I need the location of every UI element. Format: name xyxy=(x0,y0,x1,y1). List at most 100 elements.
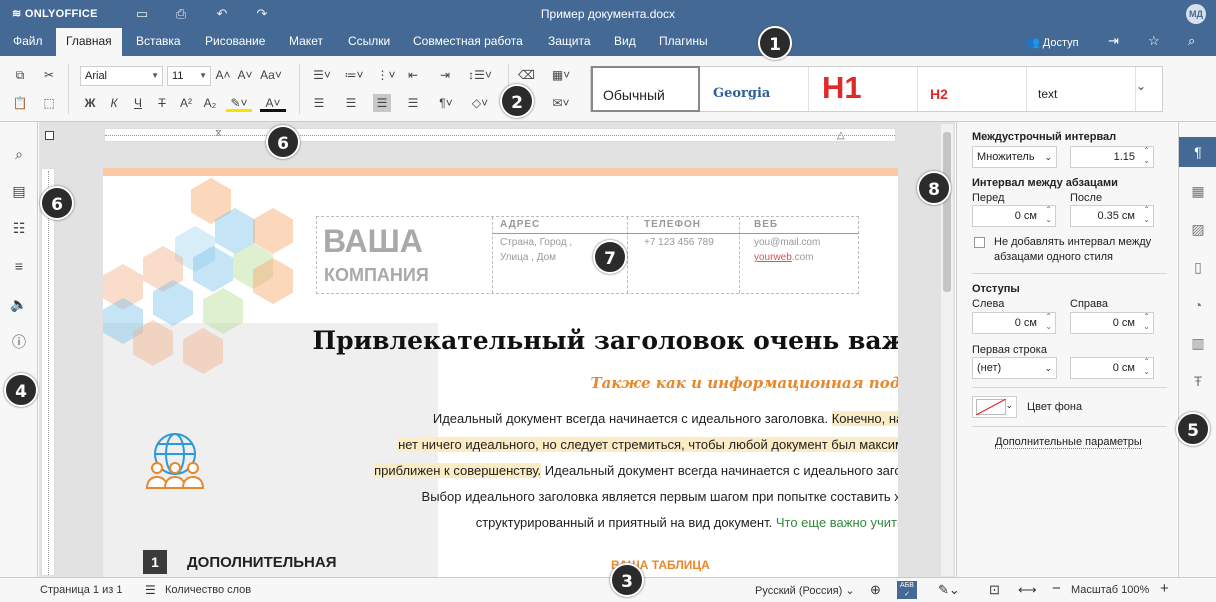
zoom-level[interactable]: Масштаб 100% xyxy=(1071,584,1149,596)
superscript-button[interactable]: A² xyxy=(178,94,194,112)
fit-page-icon[interactable]: ⊡ xyxy=(989,582,1000,598)
spacing-before-input[interactable]: 0 см xyxy=(972,205,1056,227)
chart-settings-icon[interactable]: ▥ xyxy=(1179,328,1216,358)
tab-layout[interactable]: Макет xyxy=(279,28,333,56)
justify-icon[interactable]: ☰ xyxy=(405,94,421,112)
body-link[interactable]: Что еще важно учитывать xyxy=(776,515,898,530)
multilevel-list-icon[interactable]: ⋮˅ xyxy=(375,66,397,84)
line-spacing-icon[interactable]: ↕☰˅ xyxy=(467,66,493,84)
style-h1[interactable]: H1 xyxy=(809,67,918,111)
spacing-after-input[interactable]: 0.35 см xyxy=(1070,205,1154,227)
align-left-icon[interactable]: ☰ xyxy=(311,94,327,112)
tab-insert[interactable]: Вставка xyxy=(126,28,191,56)
first-line-value-input[interactable]: 0 см xyxy=(1070,357,1154,379)
copy-icon[interactable]: ⧉ xyxy=(12,66,28,84)
word-count-label[interactable]: Количество слов xyxy=(165,584,251,596)
textart-settings-icon[interactable]: Ŧ xyxy=(1179,366,1216,396)
scrollbar-thumb[interactable] xyxy=(943,132,951,292)
table-settings-icon[interactable]: ▦ xyxy=(1179,176,1216,206)
no-space-checkbox[interactable] xyxy=(974,237,985,248)
style-georgia[interactable]: Georgia xyxy=(700,67,809,111)
subscript-button[interactable]: A₂ xyxy=(202,94,218,112)
vertical-ruler[interactable] xyxy=(41,168,55,576)
decrease-font-icon[interactable]: A˅ xyxy=(237,66,253,84)
line-spacing-mode-select[interactable]: Множитель ⌄ xyxy=(972,146,1057,168)
paragraph-marks-icon[interactable]: ¶˅ xyxy=(435,94,457,112)
tab-stop-selector[interactable] xyxy=(45,131,54,140)
feedback-icon[interactable]: 🔈 xyxy=(10,295,28,313)
style-normal[interactable]: Обычный xyxy=(591,66,700,112)
globe-icon[interactable]: ⊕ xyxy=(870,582,881,598)
line-spacing-value-input[interactable]: 1.15 xyxy=(1070,146,1154,168)
style-gallery-expand-icon[interactable]: ⌄ xyxy=(1136,79,1146,93)
header-band xyxy=(103,168,898,176)
open-location-icon[interactable]: ⇥ xyxy=(1108,33,1119,49)
font-size-select[interactable]: 11 ▼ xyxy=(167,66,211,86)
access-button[interactable]: 👥 Доступ xyxy=(1026,36,1079,49)
comments-icon[interactable]: ▤ xyxy=(10,182,28,200)
word-count-icon[interactable]: ☰ xyxy=(145,583,156,597)
website-link[interactable]: yourweb xyxy=(754,252,792,263)
numbering-icon[interactable]: ≔˅ xyxy=(343,66,365,84)
paragraph-settings-icon[interactable]: ¶ xyxy=(1179,137,1216,167)
tab-protection[interactable]: Защита xyxy=(538,28,601,56)
zoom-in-icon[interactable]: + xyxy=(1160,580,1169,597)
strikethrough-button[interactable]: Т xyxy=(154,94,170,112)
horizontal-ruler[interactable]: ⧖ △ xyxy=(104,128,896,142)
indent-left-input[interactable]: 0 см xyxy=(972,312,1056,334)
tab-draw[interactable]: Рисование xyxy=(195,28,275,56)
tab-home[interactable]: Главная xyxy=(56,28,122,56)
italic-button[interactable]: К xyxy=(106,94,122,112)
cut-icon[interactable]: ✂ xyxy=(41,66,57,84)
avatar[interactable]: МД xyxy=(1186,4,1206,24)
align-center-icon[interactable]: ☰ xyxy=(343,94,359,112)
language-select[interactable]: Русский (Россия) ⌄ xyxy=(755,584,855,597)
fit-width-icon[interactable]: ⟷ xyxy=(1018,582,1037,598)
shape-settings-icon[interactable]: ◔ xyxy=(1179,290,1216,320)
increase-font-icon[interactable]: A˄ xyxy=(215,66,231,84)
image-settings-icon[interactable]: ▨ xyxy=(1179,214,1216,244)
tab-plugins[interactable]: Плагины xyxy=(649,28,718,56)
select-all-icon[interactable]: ⬚ xyxy=(41,94,57,112)
first-line-mode-select[interactable]: (нет) ⌄ xyxy=(972,357,1057,379)
increase-indent-icon[interactable]: ⇥ xyxy=(437,66,453,84)
chat-icon[interactable]: ☷ xyxy=(10,219,28,237)
clear-style-icon[interactable]: ⌫ xyxy=(518,66,535,84)
underline-button[interactable]: Ч xyxy=(130,94,146,112)
color-scheme-icon[interactable]: ▦˅ xyxy=(548,66,574,84)
track-changes-icon[interactable]: ✎⌄ xyxy=(938,582,960,598)
spellcheck-icon[interactable]: АБВ ✓ xyxy=(897,581,917,599)
style-text[interactable]: text xyxy=(1027,67,1136,111)
decrease-indent-icon[interactable]: ⇤ xyxy=(405,66,421,84)
about-icon[interactable]: ⓘ xyxy=(10,333,28,351)
search-icon[interactable]: ⌕ xyxy=(1188,33,1195,49)
chevron-down-icon: ⌄ xyxy=(845,585,855,597)
document-page[interactable]: ВАША КОМПАНИЯ АДРЕС Страна, Город , Улиц… xyxy=(103,168,898,577)
tab-view[interactable]: Вид xyxy=(604,28,646,56)
bold-button[interactable]: Ж xyxy=(82,94,98,112)
background-color-picker[interactable]: ⌄ xyxy=(972,396,1017,418)
highlight-icon[interactable]: ✎˅ xyxy=(226,94,252,112)
page-indicator[interactable]: Страница 1 из 1 xyxy=(40,584,122,596)
style-h2[interactable]: H2 xyxy=(918,67,1027,111)
tab-file[interactable]: Файл xyxy=(3,28,53,56)
align-right-icon[interactable]: ☰ xyxy=(373,94,391,112)
advanced-settings-link[interactable]: Дополнительные параметры xyxy=(995,436,1142,449)
navigation-icon[interactable]: ≡ xyxy=(10,257,28,275)
bullets-icon[interactable]: ☰˅ xyxy=(311,66,333,84)
indent-right-input[interactable]: 0 см xyxy=(1070,312,1154,334)
change-case-icon[interactable]: Aa˅ xyxy=(259,66,283,84)
shading-icon[interactable]: ◇˅ xyxy=(467,94,493,112)
indent-marker-icon[interactable]: ⧖ xyxy=(215,128,222,139)
paste-icon[interactable]: 📋 xyxy=(12,94,28,112)
mail-merge-icon[interactable]: ✉˅ xyxy=(548,94,574,112)
tab-collaboration[interactable]: Совместная работа xyxy=(403,28,533,56)
zoom-out-icon[interactable]: − xyxy=(1052,580,1061,597)
font-name-select[interactable]: Arial ▼ xyxy=(80,66,163,86)
favorite-icon[interactable]: ☆ xyxy=(1148,33,1160,49)
menu-bar: Файл Главная Вставка Рисование Макет Ссы… xyxy=(0,28,1216,56)
header-footer-icon[interactable]: ▯ xyxy=(1179,252,1216,282)
font-color-icon[interactable]: A˅ xyxy=(260,94,286,112)
tab-references[interactable]: Ссылки xyxy=(338,28,400,56)
search-icon[interactable]: ⌕ xyxy=(10,145,28,163)
